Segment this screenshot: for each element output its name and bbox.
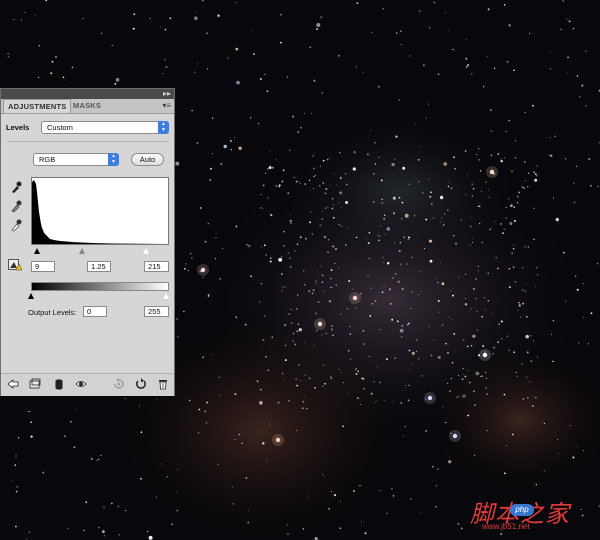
preset-value: Custom bbox=[47, 123, 73, 132]
output-levels-label: Output Levels: bbox=[28, 308, 77, 317]
panel-footer bbox=[1, 373, 174, 396]
panel-menu-icon[interactable]: ▾≡ bbox=[162, 101, 171, 111]
white-point-eyedropper-icon[interactable] bbox=[10, 218, 22, 232]
site-watermark: 脚本之家 php www.jb51.net bbox=[470, 494, 596, 534]
select-arrows-icon: ▲ ▼ bbox=[108, 153, 119, 166]
input-white-field[interactable]: 215 bbox=[144, 261, 169, 272]
output-white-slider[interactable] bbox=[163, 293, 169, 299]
channel-value: RGB bbox=[39, 155, 56, 164]
clipping-warning-icon[interactable] bbox=[8, 259, 22, 271]
output-white-field[interactable]: 255 bbox=[144, 306, 169, 317]
watermark-url: www.jb51.net bbox=[482, 522, 530, 531]
auto-button[interactable]: Auto bbox=[131, 153, 164, 166]
input-gamma-field[interactable]: 1.25 bbox=[87, 261, 111, 272]
output-black-slider[interactable] bbox=[28, 293, 34, 299]
eye-icon[interactable] bbox=[75, 378, 87, 390]
input-gamma-slider[interactable] bbox=[79, 248, 85, 254]
reset-icon[interactable] bbox=[135, 378, 147, 390]
output-black-field[interactable]: 0 bbox=[83, 306, 107, 317]
divider bbox=[7, 141, 169, 142]
tab-masks[interactable]: MASKS bbox=[69, 99, 105, 113]
input-black-slider[interactable] bbox=[34, 248, 40, 254]
panel-tabs: ADJUSTMENTS MASKS ▾≡ bbox=[1, 99, 174, 114]
levels-label: Levels bbox=[6, 123, 30, 132]
input-white-slider[interactable] bbox=[143, 248, 149, 254]
trash-icon[interactable] bbox=[157, 378, 169, 390]
channel-select[interactable]: RGB ▲ ▼ bbox=[33, 153, 119, 166]
output-gradient-bar bbox=[31, 282, 169, 291]
gray-point-eyedropper-icon[interactable] bbox=[10, 199, 22, 213]
double-chevron-right-icon[interactable]: ▸▸ bbox=[163, 89, 171, 99]
select-arrows-icon: ▲ ▼ bbox=[158, 121, 169, 134]
mask-icon[interactable] bbox=[53, 378, 65, 390]
back-arrow-icon[interactable] bbox=[7, 378, 19, 390]
panel-titlebar[interactable]: ▸▸ bbox=[1, 89, 174, 99]
watermark-php-badge: php bbox=[510, 504, 534, 516]
tab-adjustments[interactable]: ADJUSTMENTS bbox=[3, 99, 72, 113]
histogram bbox=[31, 177, 169, 245]
clip-layer-icon[interactable] bbox=[29, 378, 41, 390]
preset-select[interactable]: Custom ▲ ▼ bbox=[41, 121, 169, 134]
black-point-eyedropper-icon[interactable] bbox=[10, 180, 22, 194]
previous-state-icon[interactable] bbox=[113, 378, 125, 390]
adjustments-panel: ▸▸ ADJUSTMENTS MASKS ▾≡ Levels Custom ▲ ▼… bbox=[0, 88, 175, 396]
input-black-field[interactable]: 9 bbox=[31, 261, 55, 272]
